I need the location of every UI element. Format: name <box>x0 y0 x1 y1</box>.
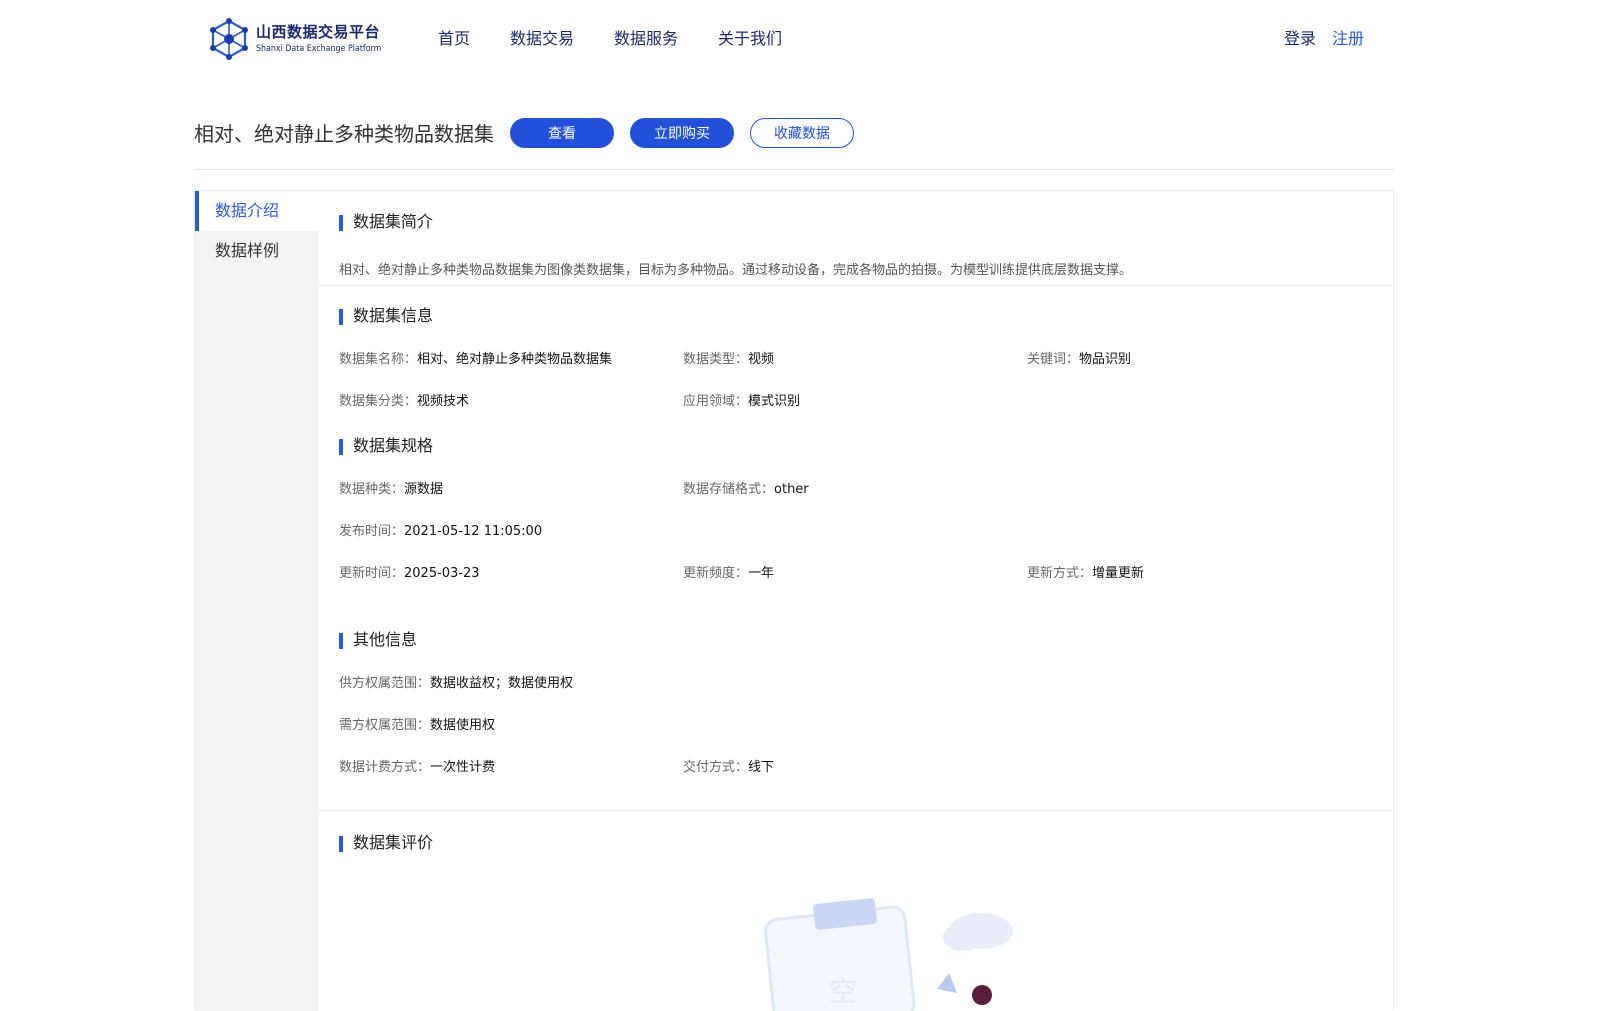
field-label: 供方权属范围： <box>339 676 431 691</box>
field-label: 更新时间： <box>339 566 405 581</box>
field-value: 模式识别 <box>748 394 801 409</box>
section-title-spec: 数据集规格 <box>339 435 433 457</box>
field-dataset-name: 数据集名称：相对、绝对静止多种类物品数据集 <box>339 350 612 370</box>
field-demander-rights: 需方权属范围：数据使用权 <box>339 716 495 736</box>
hexagon-network-logo-icon <box>210 18 248 60</box>
logo-subtitle: Shanxi Data Exchange Platform <box>256 44 382 54</box>
field-value: 源数据 <box>404 482 444 497</box>
sidebar-item-data-intro[interactable]: 数据介绍 <box>195 191 319 231</box>
field-label: 数据计费方式： <box>339 760 431 775</box>
nav-about-us[interactable]: 关于我们 <box>718 28 782 50</box>
field-label: 数据类型： <box>683 352 749 367</box>
section-title-intro: 数据集简介 <box>339 211 433 233</box>
dataset-title-bar: 相对、绝对静止多种类物品数据集 查看 立即购买 收藏数据 <box>194 118 1394 170</box>
field-label: 更新方式： <box>1027 566 1093 581</box>
sidebar-item-data-sample[interactable]: 数据样例 <box>195 231 319 271</box>
field-publish-time: 发布时间：2021-05-12 11:05:00 <box>339 522 542 542</box>
field-value: 一次性计费 <box>430 760 496 775</box>
view-button[interactable]: 查看 <box>510 118 614 148</box>
field-value: 一年 <box>748 566 775 581</box>
field-value: 视频技术 <box>417 394 470 409</box>
intro-description: 相对、绝对静止多种类物品数据集为图像类数据集，目标为多种物品。通过移动设备，完成… <box>339 263 1133 278</box>
detail-main: 数据集简介 相对、绝对静止多种类物品数据集为图像类数据集，目标为多种物品。通过移… <box>319 191 1394 1011</box>
field-data-type: 数据类型：视频 <box>683 350 774 370</box>
nav-data-services[interactable]: 数据服务 <box>614 28 678 50</box>
nav-home[interactable]: 首页 <box>438 28 470 50</box>
field-label: 更新频度： <box>683 566 749 581</box>
empty-clipboard-illustration: 空 <box>764 898 1013 1011</box>
field-label: 数据集分类： <box>339 394 418 409</box>
section-title-info: 数据集信息 <box>339 305 433 327</box>
field-label: 数据种类： <box>339 482 405 497</box>
field-label: 数据存储格式： <box>683 482 775 497</box>
field-supplier-rights: 供方权属范围：数据收益权；数据使用权 <box>339 674 573 694</box>
field-value: 2021-05-12 11:05:00 <box>404 524 543 539</box>
field-update-time: 更新时间：2025-03-23 <box>339 564 480 584</box>
top-header: 山西数据交易平台 Shanxi Data Exchange Platform 首… <box>0 0 1568 80</box>
field-data-kind: 数据种类：源数据 <box>339 480 443 500</box>
register-link[interactable]: 注册 <box>1332 28 1364 50</box>
empty-illustration-glyph: 空 <box>829 976 857 1007</box>
field-update-mode: 更新方式：增量更新 <box>1027 564 1144 584</box>
field-value: 2025-03-23 <box>404 566 480 581</box>
field-label: 应用领域： <box>683 394 749 409</box>
field-label: 交付方式： <box>683 760 749 775</box>
field-value: 增量更新 <box>1092 566 1145 581</box>
field-value: 线下 <box>748 760 775 775</box>
content-frame: 数据介绍 数据样例 数据集简介 相对、绝对静止多种类物品数据集为图像类数据集，目… <box>194 190 1394 1011</box>
field-label: 发布时间： <box>339 524 405 539</box>
auth-links: 登录 注册 <box>1284 28 1364 50</box>
nav-data-trading[interactable]: 数据交易 <box>510 28 574 50</box>
field-value: 数据收益权；数据使用权 <box>430 676 574 691</box>
favorite-button[interactable]: 收藏数据 <box>750 118 854 148</box>
logo-title: 山西数据交易平台 <box>256 23 381 41</box>
field-delivery-method: 交付方式：线下 <box>683 758 774 778</box>
section-title-review: 数据集评价 <box>339 832 433 854</box>
dataset-title: 相对、绝对静止多种类物品数据集 <box>194 122 494 146</box>
divider <box>319 285 1394 286</box>
field-storage-format: 数据存储格式：other <box>683 480 809 500</box>
section-title-other: 其他信息 <box>339 629 417 651</box>
field-value: 相对、绝对静止多种类物品数据集 <box>417 352 613 367</box>
field-value: 物品识别 <box>1079 352 1132 367</box>
field-keywords: 关键词：物品识别 <box>1027 350 1131 370</box>
field-category: 数据集分类：视频技术 <box>339 392 469 412</box>
main-nav: 首页 数据交易 数据服务 关于我们 <box>438 28 822 50</box>
field-label: 关键词： <box>1027 352 1080 367</box>
buy-now-button[interactable]: 立即购买 <box>630 118 734 148</box>
divider <box>319 810 1394 811</box>
login-link[interactable]: 登录 <box>1284 28 1316 50</box>
field-value: other <box>774 482 809 497</box>
sidebar: 数据介绍 数据样例 <box>195 191 319 1011</box>
field-label: 数据集名称： <box>339 352 418 367</box>
field-label: 需方权属范围： <box>339 718 431 733</box>
platform-logo[interactable]: 山西数据交易平台 Shanxi Data Exchange Platform <box>208 18 398 60</box>
field-billing-method: 数据计费方式：一次性计费 <box>339 758 495 778</box>
field-application-domain: 应用领域：模式识别 <box>683 392 800 412</box>
field-value: 视频 <box>748 352 775 367</box>
logo-text: 山西数据交易平台 Shanxi Data Exchange Platform <box>256 22 398 56</box>
field-value: 数据使用权 <box>430 718 496 733</box>
field-update-frequency: 更新频度：一年 <box>683 564 774 584</box>
